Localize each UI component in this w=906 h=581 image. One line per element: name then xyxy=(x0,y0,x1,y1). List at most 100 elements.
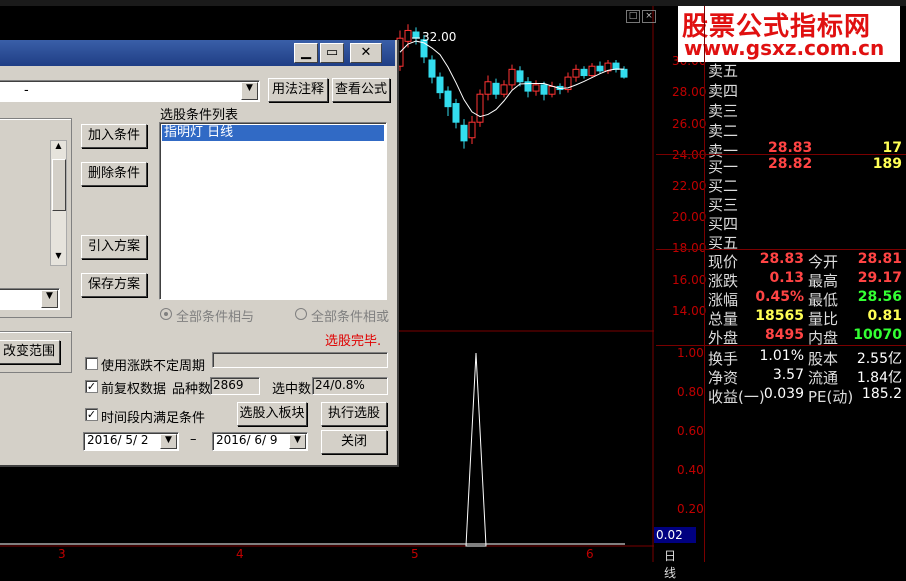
stat-label: 量比 xyxy=(808,310,839,328)
candle-body xyxy=(516,70,524,83)
stock-selection-dialog: ▁ ▭ ✕ - ▼ 用法注释 查看公式 ▲ ▼ ▼ 加入条件 删除条件 引入方案… xyxy=(0,40,399,467)
formula-select-value: - xyxy=(24,83,29,98)
candle-body xyxy=(548,85,556,95)
bid-label: 买三 xyxy=(708,196,739,214)
stat-value: 0.45% xyxy=(755,289,804,305)
uncertain-period-checkbox[interactable] xyxy=(85,357,98,370)
radio-all-and[interactable] xyxy=(160,308,172,320)
fin-label: PE(动) xyxy=(808,388,854,406)
chevron-down-icon[interactable]: ▼ xyxy=(241,82,258,100)
candle-body xyxy=(460,124,468,142)
stat-label: 今开 xyxy=(808,253,839,271)
view-formula-button[interactable]: 查看公式 xyxy=(332,78,390,102)
pre-adjust-checkbox[interactable]: ✓ xyxy=(85,380,98,393)
uncertain-period-label: 使用涨跌不定周期 xyxy=(101,359,206,374)
ask-label: 卖五 xyxy=(708,62,739,80)
candle-body xyxy=(500,84,508,95)
bid-label: 买一 xyxy=(708,158,739,176)
divider xyxy=(656,345,906,346)
stat-value: 29.17 xyxy=(857,270,902,286)
dialog-titlebar[interactable]: ▁ ▭ ✕ xyxy=(0,40,395,66)
candle-body xyxy=(596,65,604,72)
add-condition-button[interactable]: 加入条件 xyxy=(81,124,147,148)
execute-selection-button[interactable]: 执行选股 xyxy=(321,402,387,426)
import-scheme-button[interactable]: 引入方案 xyxy=(81,235,147,259)
param-scrollbar[interactable]: ▲ ▼ xyxy=(50,140,67,266)
candle-body xyxy=(508,68,516,86)
fin-label: 换手 xyxy=(708,350,739,368)
fin-label: 净资 xyxy=(708,369,739,387)
selected-field: 24/0.8% xyxy=(312,377,388,395)
close-icon[interactable]: × xyxy=(642,10,656,23)
candle-body xyxy=(412,31,420,39)
scrollbar-thumb[interactable] xyxy=(52,159,66,211)
usage-notes-button[interactable]: 用法注释 xyxy=(268,78,328,102)
ask-label: 卖三 xyxy=(708,102,739,120)
stat-label: 总量 xyxy=(708,310,739,328)
stat-value: 28.56 xyxy=(857,289,902,305)
restore-button[interactable]: ▭ xyxy=(320,43,344,63)
panel-border xyxy=(704,6,705,562)
bid-label: 买四 xyxy=(708,215,739,233)
fin-label: 股本 xyxy=(808,350,839,368)
candle-body xyxy=(428,59,436,78)
period-input[interactable] xyxy=(212,352,388,368)
delete-condition-button[interactable]: 删除条件 xyxy=(81,162,147,186)
pre-adjust-label: 前复权数据 xyxy=(101,382,167,397)
maximize-icon[interactable]: □ xyxy=(626,10,640,23)
date-tick-3: 3 xyxy=(58,547,66,561)
formula-select[interactable]: - ▼ xyxy=(0,80,260,102)
minimize-button[interactable]: ▁ xyxy=(294,43,318,63)
candle-body xyxy=(436,76,444,94)
candle-body xyxy=(476,93,484,123)
save-scheme-button[interactable]: 保存方案 xyxy=(81,273,147,297)
stat-value: 8495 xyxy=(765,327,804,343)
change-range-button[interactable]: 改变范围 xyxy=(0,340,60,364)
radio-all-or[interactable] xyxy=(295,308,307,320)
close-button[interactable]: ✕ xyxy=(350,43,382,63)
candle-body xyxy=(588,65,596,77)
stat-value: 0.13 xyxy=(769,270,804,286)
fin-label: 收益(一) xyxy=(708,388,765,406)
selected-label: 选中数 xyxy=(272,382,312,397)
ask-label: 卖四 xyxy=(708,82,739,100)
chevron-down-icon[interactable]: ▼ xyxy=(289,434,306,449)
fin-value: 2.55亿 xyxy=(856,351,902,367)
chevron-down-icon[interactable]: ▼ xyxy=(160,434,177,449)
stat-value: 0.81 xyxy=(867,308,902,324)
candle-body xyxy=(540,84,548,95)
period-select[interactable]: ▼ xyxy=(0,288,60,310)
stat-label: 涨幅 xyxy=(708,291,739,309)
chevron-down-icon[interactable]: ▼ xyxy=(41,290,58,308)
bid-label: 买二 xyxy=(708,177,739,195)
date-separator: – xyxy=(190,432,197,447)
date-to-picker[interactable]: 2016/ 6/ 9 ▼ xyxy=(212,432,308,451)
count-value: 2869 xyxy=(213,378,244,392)
condition-list[interactable]: 指明灯 日线 xyxy=(159,122,387,300)
stat-label: 涨跌 xyxy=(708,272,739,290)
candle-body xyxy=(452,103,460,123)
radio-all-or-label: 全部条件相或 xyxy=(311,310,390,325)
to-sector-button[interactable]: 选股入板块 xyxy=(237,402,307,426)
divider xyxy=(656,249,906,250)
radio-all-and-label: 全部条件相与 xyxy=(176,310,255,325)
candle-body xyxy=(492,82,500,95)
time-condition-checkbox[interactable]: ✓ xyxy=(85,408,98,421)
time-condition-label: 时间段内满足条件 xyxy=(101,411,206,426)
condition-list-item[interactable]: 指明灯 日线 xyxy=(162,125,384,141)
candle-body xyxy=(444,90,452,108)
candle-body xyxy=(532,84,540,92)
candle-body xyxy=(620,68,628,78)
date-from-picker[interactable]: 2016/ 5/ 2 ▼ xyxy=(83,432,179,451)
fin-value: 3.57 xyxy=(772,367,804,383)
quote-panel: 卖五 卖四 卖三 卖二 卖一 28.83 17 买一 28.82 189 买二 买三 买四 买五 现价 28.… xyxy=(656,6,906,562)
stat-label: 现价 xyxy=(708,253,739,271)
count-field: 2869 xyxy=(210,377,260,395)
high-price-label: 32.00 xyxy=(422,30,456,44)
candle-body xyxy=(580,68,588,77)
candle-body xyxy=(572,68,580,78)
close-dialog-button[interactable]: 关闭 xyxy=(321,430,387,454)
date-axis: 3 4 5 6 日线 xyxy=(0,546,676,580)
stat-value: 18565 xyxy=(755,308,804,324)
candle-body xyxy=(612,62,620,70)
